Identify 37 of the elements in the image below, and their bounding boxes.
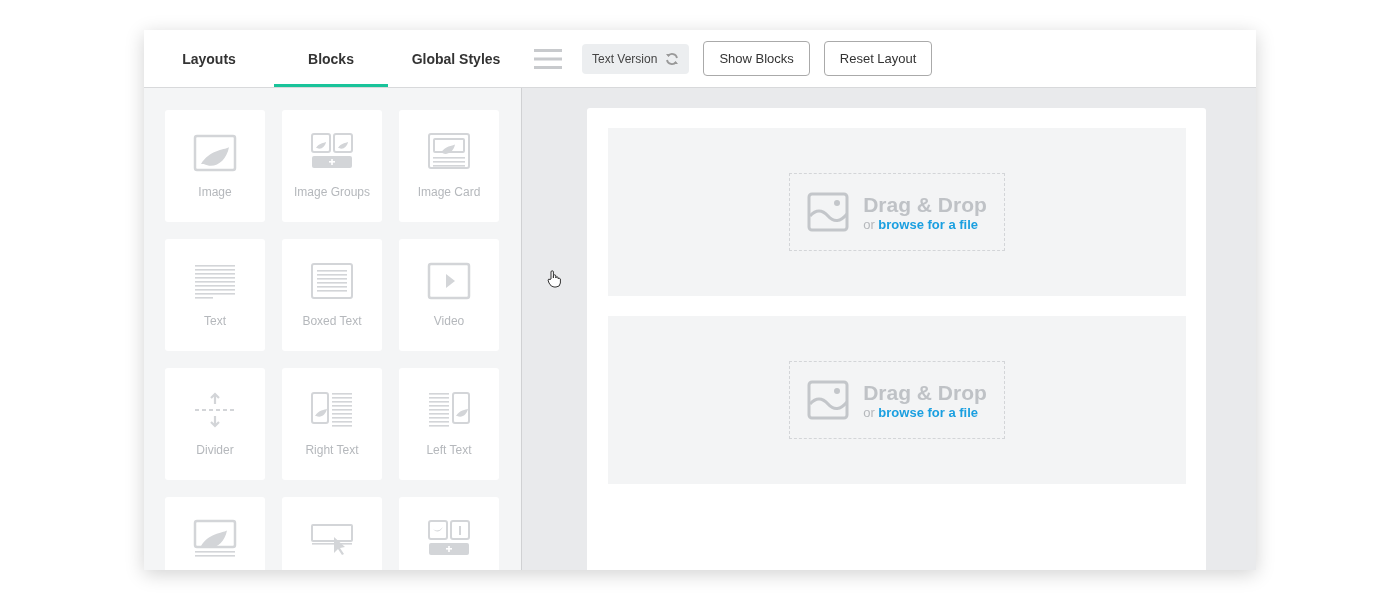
block-tile[interactable]: Right Text xyxy=(282,368,382,480)
block-icon xyxy=(425,132,473,172)
block-label: Image Card xyxy=(417,185,481,199)
block-icon xyxy=(425,261,473,301)
menu-icon[interactable] xyxy=(534,47,562,70)
block-label: Left Text xyxy=(426,443,472,457)
image-icon xyxy=(807,380,850,420)
block-label: Right Text xyxy=(305,443,359,457)
block-label: Divider xyxy=(196,443,234,457)
block-tile[interactable]: Image xyxy=(165,110,265,222)
block-label: Video xyxy=(433,314,465,328)
block-label: Boxed Text xyxy=(302,314,362,328)
block-icon xyxy=(191,519,239,559)
text-version-button[interactable]: Text Version xyxy=(582,43,690,74)
block-label: Image Groups xyxy=(293,185,370,199)
block-icon xyxy=(308,261,356,301)
hand-cursor-icon xyxy=(547,270,561,288)
block-tile[interactable]: Text xyxy=(165,239,265,351)
block-tile[interactable]: Image Groups xyxy=(282,110,382,222)
refresh-icon xyxy=(665,51,680,66)
browse-link[interactable]: browse for a file xyxy=(878,216,979,232)
browse-link[interactable]: browse for a file xyxy=(878,404,979,420)
block-tile[interactable]: Left Text xyxy=(399,368,499,480)
block-label: Text xyxy=(204,314,226,328)
toolbar-button[interactable]: Show Blocks xyxy=(703,41,810,76)
block-tile[interactable]: Divider xyxy=(165,368,265,480)
block-icon xyxy=(191,132,239,172)
block-label: Image xyxy=(198,185,232,199)
image-icon xyxy=(807,192,850,232)
tab[interactable]: Global Styles xyxy=(388,30,524,87)
block-tile[interactable]: Boxed Text xyxy=(282,239,382,351)
drop-hint: or browse for a file xyxy=(863,216,980,232)
tab[interactable]: Layouts xyxy=(144,30,274,87)
toolbar-button[interactable]: Reset Layout xyxy=(823,41,933,76)
block-tile[interactable]: Image Card xyxy=(399,110,499,222)
block-tile[interactable]: Video xyxy=(399,239,499,351)
drop-hint: or browse for a file xyxy=(863,404,980,420)
